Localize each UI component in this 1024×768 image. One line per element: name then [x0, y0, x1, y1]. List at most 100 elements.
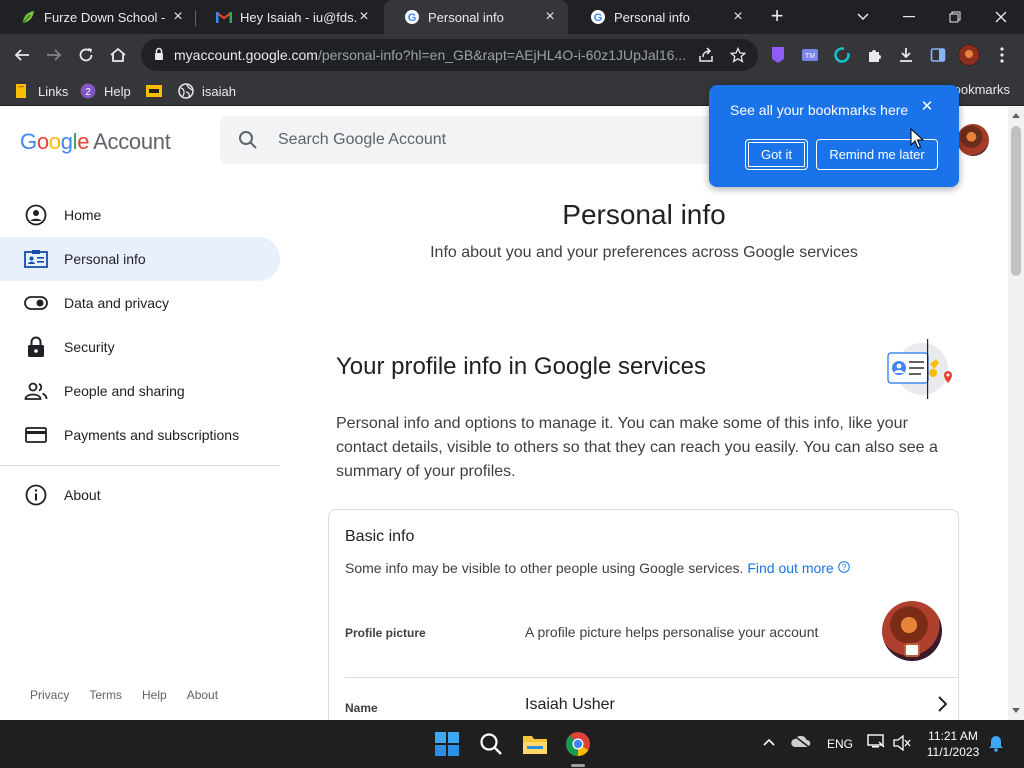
scroll-thumb[interactable]: [1011, 126, 1021, 276]
tab-furze-down[interactable]: Furze Down School - H ×: [0, 0, 196, 34]
section-title: Your profile info in Google services: [336, 353, 706, 380]
sidebar-item-people-sharing[interactable]: People and sharing: [0, 369, 280, 413]
clock-date: 11/1/2023: [926, 745, 980, 759]
sidebar-item-home[interactable]: Home: [0, 193, 280, 237]
got-it-button[interactable]: Got it: [745, 139, 808, 170]
terms-link[interactable]: Terms: [89, 688, 122, 702]
find-out-more-label: Find out more: [747, 560, 834, 576]
taskbar-search-icon[interactable]: [475, 728, 507, 760]
tray-chevron-up-icon[interactable]: [763, 735, 775, 749]
file-explorer-icon[interactable]: [519, 728, 551, 760]
bookmark-links[interactable]: Links: [14, 81, 68, 101]
tab-personal-info[interactable]: G Personal info ×: [570, 0, 756, 34]
browser-toolbar: myaccount.google.com/personal-info?hl=en…: [0, 34, 1024, 76]
about-link[interactable]: About: [187, 688, 218, 702]
profile-picture-avatar[interactable]: [882, 601, 942, 661]
purple-extension-icon[interactable]: [767, 44, 789, 66]
sidebar-item-label: Payments and subscriptions: [64, 427, 240, 443]
search-placeholder: Search Google Account: [278, 131, 447, 148]
teams-extension-icon[interactable]: TM: [799, 44, 821, 66]
people-icon: [24, 379, 48, 403]
share-icon[interactable]: [695, 44, 717, 66]
help-icon: 2: [80, 83, 96, 99]
bookmark-help[interactable]: 2 Help: [80, 81, 131, 101]
download-icon[interactable]: [895, 44, 917, 66]
bubble-close-icon[interactable]: ✕: [920, 99, 934, 114]
svg-text:2: 2: [85, 87, 91, 98]
close-tab-icon[interactable]: ×: [730, 9, 746, 25]
new-tab-button[interactable]: +: [765, 5, 789, 28]
extensions-puzzle-icon[interactable]: [863, 44, 885, 66]
close-window-button[interactable]: [978, 0, 1024, 34]
bookmark-isaiah[interactable]: isaiah: [178, 81, 236, 101]
clock-time: 11:21 AM: [928, 729, 978, 743]
help-link[interactable]: Help: [142, 688, 167, 702]
page-scrollbar[interactable]: [1008, 107, 1024, 720]
profile-avatar-icon[interactable]: [958, 44, 980, 66]
sync-extension-icon[interactable]: [831, 44, 853, 66]
profile-illustration-icon: [884, 339, 954, 399]
url-host: myaccount.google.com: [174, 47, 318, 63]
side-panel-icon[interactable]: [927, 44, 949, 66]
notification-bell-icon[interactable]: [988, 734, 1004, 755]
sidebar-nav: Home Personal info Data and privacy Secu…: [0, 193, 280, 457]
yellow-app-icon: [146, 83, 162, 99]
svg-text:G: G: [408, 12, 417, 24]
leaf-favicon-icon: [20, 9, 36, 25]
close-tab-icon[interactable]: ×: [356, 9, 372, 25]
back-button[interactable]: [10, 43, 34, 67]
url-text: myaccount.google.com/personal-info?hl=en…: [174, 47, 694, 63]
svg-text:?: ?: [841, 563, 846, 572]
sidebar-item-personal-info[interactable]: Personal info: [0, 237, 280, 281]
scroll-up-icon[interactable]: [1012, 113, 1020, 118]
tab-personal-info-active[interactable]: G Personal info ×: [384, 0, 568, 34]
sidebar-item-about[interactable]: About: [0, 473, 280, 517]
search-icon: [238, 130, 258, 155]
tab-gmail[interactable]: Hey Isaiah - iu@fds.or ×: [196, 0, 382, 34]
all-bookmarks-button[interactable]: ookmarks: [954, 82, 1010, 97]
lock-icon[interactable]: [153, 47, 165, 66]
windows-taskbar: ENG 11:21 AM 11/1/2023: [0, 720, 1024, 768]
google-account-logo[interactable]: Google Account: [20, 129, 171, 155]
menu-kebab-icon[interactable]: [991, 44, 1013, 66]
google-wordmark: G: [20, 129, 37, 154]
system-clock[interactable]: 11:21 AM 11/1/2023: [916, 728, 990, 760]
language-indicator[interactable]: ENG: [827, 737, 853, 751]
profile-picture-row[interactable]: Profile picture A profile picture helps …: [345, 600, 959, 662]
bookmark-star-icon[interactable]: [727, 44, 749, 66]
privacy-link[interactable]: Privacy: [30, 688, 69, 702]
start-windows-icon[interactable]: [431, 728, 463, 760]
tab-title: Furze Down School - H: [44, 9, 170, 25]
network-icon[interactable]: [867, 734, 885, 753]
volume-muted-icon[interactable]: [893, 734, 911, 754]
home-button[interactable]: [106, 43, 130, 67]
chrome-icon[interactable]: [562, 728, 594, 760]
bookmark-label: isaiah: [202, 83, 236, 99]
sidebar-item-data-privacy[interactable]: Data and privacy: [0, 281, 280, 325]
sidebar-divider: [0, 465, 280, 466]
mouse-cursor-icon: [910, 127, 925, 155]
close-tab-icon[interactable]: ×: [542, 9, 558, 25]
restore-button[interactable]: [932, 0, 978, 34]
name-row[interactable]: Name Isaiah Usher: [345, 678, 959, 720]
bookmark-label: Links: [38, 83, 69, 99]
account-avatar[interactable]: [957, 124, 989, 156]
id-card-icon: [24, 247, 48, 271]
forward-button[interactable]: [42, 43, 66, 67]
minimize-button[interactable]: [886, 0, 932, 34]
search-input[interactable]: Search Google Account: [220, 116, 720, 164]
find-out-more-link[interactable]: Find out more ?: [747, 560, 850, 576]
sidebar-item-label: Personal info: [64, 251, 146, 267]
sidebar-item-payments[interactable]: Payments and subscriptions: [0, 413, 280, 457]
bookmark-app[interactable]: [146, 81, 170, 101]
tab-title: Personal info: [614, 9, 690, 25]
sidebar-item-security[interactable]: Security: [0, 325, 280, 369]
tab-search-chevron-icon[interactable]: [840, 0, 886, 34]
close-tab-icon[interactable]: ×: [170, 9, 186, 25]
scroll-down-icon[interactable]: [1012, 708, 1020, 713]
reload-button[interactable]: [74, 43, 98, 67]
bookmark-folder-icon: [14, 83, 30, 99]
card-title: Basic info: [345, 528, 415, 545]
address-bar[interactable]: myaccount.google.com/personal-info?hl=en…: [141, 39, 758, 71]
onedrive-cloud-icon[interactable]: [791, 734, 811, 751]
